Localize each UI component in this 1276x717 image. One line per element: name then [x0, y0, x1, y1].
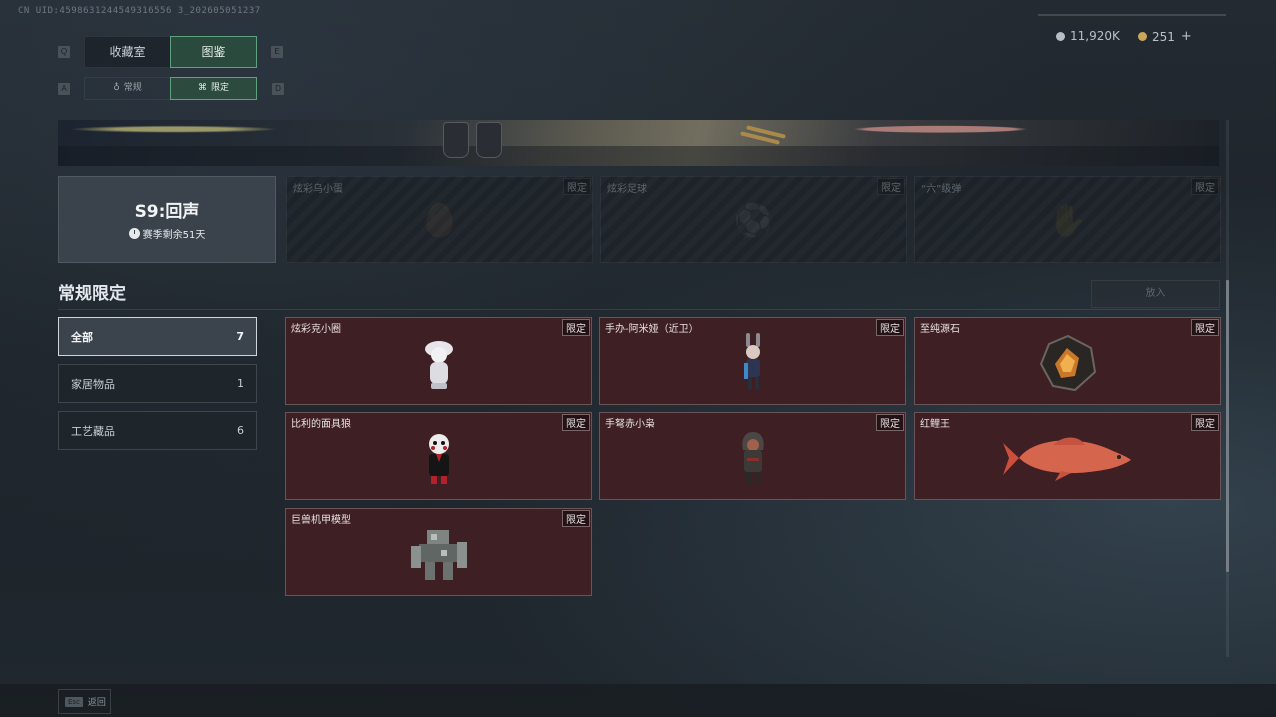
back-button[interactable]: Esc 返回: [58, 689, 111, 714]
limited-tag: 限定: [562, 414, 590, 431]
tab-limited-label: 限定: [210, 83, 229, 93]
season-banner: [58, 120, 1219, 166]
item-name: 手办-阿米娅（近卫）: [605, 324, 699, 335]
limited-tag: 限定: [876, 319, 904, 336]
locked-item-card[interactable]: 炫彩足球 限定 ⚽: [600, 176, 907, 263]
gold-coin-icon: [1138, 32, 1147, 41]
item-name: 红鲤王: [920, 419, 950, 430]
collection-item[interactable]: 炫彩克小圈 限定: [285, 317, 592, 405]
item-name: 手弩赤小枭: [605, 419, 655, 430]
ball-silhouette-icon: ⚽: [733, 200, 774, 239]
gold-currency: 251 +: [1138, 29, 1192, 44]
limited-tag: 限定: [562, 510, 590, 527]
locked-item-name: 炫彩乌小蛋: [293, 184, 343, 195]
season-card: S9:回声 赛季剩余51天: [58, 176, 276, 263]
limited-tag: 限定: [562, 319, 590, 336]
category-home-items[interactable]: 家居物品 1: [58, 364, 257, 403]
silver-coin-icon: [1056, 31, 1065, 41]
collection-item[interactable]: 红鲤王 限定: [914, 412, 1221, 500]
uid-text: CN UID:4598631244549316556 3_20260505123…: [18, 6, 261, 16]
clock-icon: [128, 228, 140, 239]
category-label: 全部: [71, 330, 93, 344]
key-hint-q: Q: [58, 46, 70, 58]
top-divider: [1038, 14, 1226, 16]
silver-amount: 11,920K: [1070, 29, 1120, 43]
hooded-figure-icon: [741, 431, 764, 484]
flask-icon: ♁: [113, 83, 120, 93]
put-in-button[interactable]: 放入: [1091, 280, 1220, 308]
hand-silhouette-icon: ✋: [1047, 200, 1088, 239]
silver-currency: 11,920K: [1056, 29, 1120, 43]
category-count: 7: [236, 330, 244, 343]
collection-item[interactable]: 比利的面具狼 限定: [285, 412, 592, 500]
back-label: 返回: [87, 698, 106, 708]
crystal-icon: [1039, 334, 1096, 391]
tab-collection-room[interactable]: 收藏室: [84, 36, 171, 68]
key-hint-e: E: [271, 46, 283, 58]
category-count: 6: [237, 424, 244, 437]
boot-art: [443, 122, 469, 158]
category-crafts[interactable]: 工艺藏品 6: [58, 411, 257, 450]
locked-item-name: 炫彩足球: [607, 184, 647, 195]
season-remaining-text: 赛季剩余51天: [142, 230, 206, 241]
puppet-icon: [428, 433, 449, 484]
esc-key-hint: Esc: [65, 696, 83, 707]
anime-figure-icon: [743, 332, 760, 389]
locked-item-card[interactable]: “六”级弹 限定 ✋: [914, 176, 1221, 263]
item-name: 巨兽机甲模型: [291, 515, 351, 526]
limited-tag: 限定: [1191, 178, 1219, 195]
category-label: 家居物品: [71, 377, 115, 391]
carp-icon: [1002, 437, 1131, 481]
item-name: 至纯源石: [920, 324, 960, 335]
locked-item-name: “六”级弹: [921, 184, 962, 195]
bottom-bar: [0, 684, 1276, 717]
boot-art: [476, 122, 502, 158]
collection-item[interactable]: 手办-阿米娅（近卫） 限定: [599, 317, 906, 405]
key-hint-a: A: [58, 83, 70, 95]
figurine-icon: [424, 340, 453, 389]
section-divider: [58, 309, 1220, 310]
section-title: 常规限定: [58, 284, 126, 304]
limited-icon: ⌘: [197, 83, 207, 93]
limited-tag: 限定: [563, 178, 591, 195]
item-name: 炫彩克小圈: [291, 324, 341, 335]
collection-item[interactable]: 手弩赤小枭 限定: [599, 412, 906, 500]
tab-catalog[interactable]: 图鉴: [170, 36, 257, 68]
collection-item[interactable]: 至纯源石 限定: [914, 317, 1221, 405]
add-currency-button[interactable]: +: [1181, 29, 1192, 44]
limited-tag: 限定: [876, 414, 904, 431]
collection-item[interactable]: 巨兽机甲模型 限定: [285, 508, 592, 596]
tab-regular-label: 常规: [123, 83, 142, 93]
limited-tag: 限定: [877, 178, 905, 195]
category-count: 1: [237, 377, 244, 390]
limited-tag: 限定: [1191, 319, 1219, 336]
locked-item-card[interactable]: 炫彩乌小蛋 限定 🥚: [286, 176, 593, 263]
egg-silhouette-icon: 🥚: [419, 200, 460, 239]
mech-model-icon: [410, 529, 467, 580]
season-remaining: 赛季剩余51天: [59, 226, 275, 241]
category-all[interactable]: 全部 7: [58, 317, 257, 356]
category-label: 工艺藏品: [71, 424, 115, 438]
limited-tag: 限定: [1191, 414, 1219, 431]
tab-regular[interactable]: ♁ 常规: [84, 77, 171, 100]
season-name: S9:回声: [134, 202, 200, 222]
gold-amount: 251: [1152, 29, 1175, 44]
item-name: 比利的面具狼: [291, 419, 351, 430]
scrollbar-thumb[interactable]: [1226, 280, 1229, 572]
tab-limited[interactable]: ⌘ 限定: [170, 77, 257, 100]
key-hint-d: D: [272, 83, 284, 95]
